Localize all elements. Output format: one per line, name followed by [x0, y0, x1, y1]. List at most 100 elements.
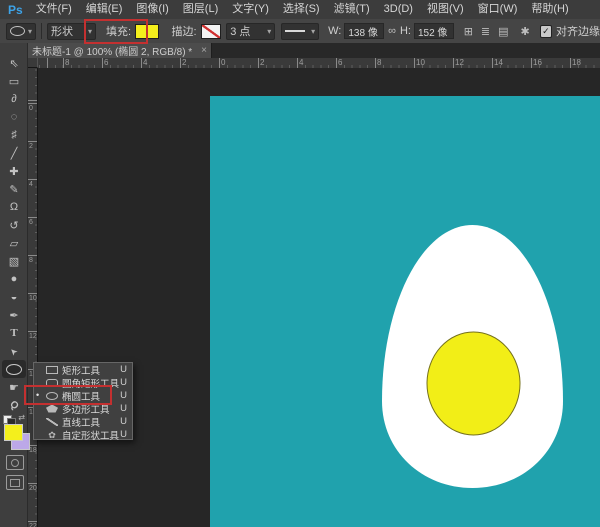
- vertical-ruler[interactable]: 0246810121416182022: [28, 68, 38, 527]
- gear-icon[interactable]: ✱: [521, 25, 530, 38]
- flyout-item-shortcut: U: [120, 429, 127, 440]
- link-dimensions-icon[interactable]: ∞: [388, 25, 396, 37]
- flyout-rounded-rectangle-tool[interactable]: 圆角矩形工具U: [34, 376, 132, 389]
- brush-tool[interactable]: ✎: [0, 180, 28, 198]
- menu-window[interactable]: 窗口(W): [471, 0, 525, 19]
- menu-layer[interactable]: 图层(L): [176, 0, 225, 19]
- gradient-tool[interactable]: ▧: [0, 252, 28, 270]
- clone-stamp-tool[interactable]: Ω: [0, 198, 28, 216]
- stroke-color-swatch[interactable]: [201, 24, 222, 39]
- flyout-item-label: 多边形工具: [62, 402, 110, 416]
- stroke-width-select[interactable]: 3 点 ▾: [226, 23, 275, 40]
- chevron-down-icon: ▾: [88, 27, 92, 36]
- vruler-number: 12: [29, 333, 37, 341]
- history-brush-tool[interactable]: ↺: [0, 216, 28, 234]
- spot-healing-brush-tool-icon: ✚: [9, 165, 18, 178]
- menu-select[interactable]: 选择(S): [276, 0, 327, 19]
- chevron-down-icon: ▾: [267, 27, 271, 36]
- rounded-rectangle-icon: [46, 379, 58, 387]
- pen-tool-icon: ✒: [9, 309, 18, 322]
- history-brush-tool-icon: ↺: [9, 219, 18, 232]
- menu-image[interactable]: 图像(I): [129, 0, 175, 19]
- chevron-down-icon: ▾: [311, 27, 315, 36]
- hruler-number: 8: [377, 58, 381, 67]
- hand-tool-icon: ☛: [9, 381, 19, 394]
- vruler-number: 0: [29, 105, 33, 113]
- path-alignment-button[interactable]: ≣: [481, 25, 490, 38]
- eyedropper-tool[interactable]: ╱: [0, 144, 28, 162]
- spot-healing-brush-tool[interactable]: ✚: [0, 162, 28, 180]
- vruler-number: 4: [29, 181, 33, 189]
- flyout-rectangle-tool[interactable]: 矩形工具U: [34, 363, 132, 376]
- flyout-item-label: 直线工具: [62, 415, 100, 429]
- tools-panel: ⇖▭∂◌♯ ╱ ✚ ✎Ω ↺ ▱▧● ◒ ✒ T➤ ☛ Q ⇄: [0, 43, 28, 527]
- fill-color-swatch[interactable]: [135, 24, 159, 39]
- flyout-item-shortcut: U: [120, 377, 127, 388]
- flyout-item-shortcut: U: [120, 364, 127, 375]
- vruler-number: 8: [29, 257, 33, 265]
- flyout-polygon-tool[interactable]: 多边形工具U: [34, 402, 132, 415]
- quick-selection-tool[interactable]: ◌: [0, 108, 28, 126]
- quick-mask-mode-button[interactable]: [6, 455, 24, 470]
- tool-preset-picker[interactable]: ▾: [6, 23, 36, 40]
- path-operations-button[interactable]: ⊞: [464, 25, 473, 38]
- lasso-tool[interactable]: ∂: [0, 90, 28, 108]
- menu-file[interactable]: 文件(F): [29, 0, 79, 19]
- vruler-number: 10: [29, 295, 37, 303]
- flyout-ellipse-tool[interactable]: •椭圆工具U: [34, 389, 132, 402]
- pen-tool[interactable]: ✒: [0, 306, 28, 324]
- rectangular-marquee-tool[interactable]: ▭: [0, 72, 28, 90]
- menu-type[interactable]: 文字(Y): [225, 0, 276, 19]
- hruler-number: 14: [494, 58, 503, 67]
- path-selection-tool[interactable]: ➤: [0, 342, 28, 360]
- polygon-icon: [46, 405, 58, 413]
- stroke-label: 描边:: [171, 23, 196, 39]
- eyedropper-tool-icon: ╱: [11, 147, 18, 160]
- height-label: H:: [400, 25, 411, 37]
- dodge-tool-icon: ◒: [11, 291, 18, 303]
- ruler-origin-corner[interactable]: [28, 58, 38, 68]
- menu-edit[interactable]: 编辑(E): [79, 0, 130, 19]
- document-canvas[interactable]: [210, 96, 600, 527]
- menu-filter[interactable]: 滤镜(T): [327, 0, 377, 19]
- shape-width-input[interactable]: 138 像: [344, 23, 384, 39]
- stroke-type-select[interactable]: ▾: [281, 23, 319, 40]
- align-edges-label: 对齐边缘: [556, 23, 600, 39]
- move-tool[interactable]: ⇖: [0, 54, 28, 72]
- hand-tool[interactable]: ☛: [0, 378, 28, 396]
- path-arrangement-button[interactable]: ▤: [498, 25, 508, 38]
- close-icon[interactable]: ×: [201, 45, 207, 56]
- foreground-color-swatch[interactable]: [4, 424, 23, 441]
- crop-tool[interactable]: ♯: [0, 126, 28, 144]
- blur-tool[interactable]: ●: [0, 270, 28, 288]
- zoom-tool[interactable]: Q: [0, 396, 28, 414]
- document-tab-title: 未标题-1 @ 100% (椭圆 2, RGB/8) *: [32, 43, 192, 58]
- ellipse-tool[interactable]: [2, 360, 26, 378]
- swap-colors-icon[interactable]: ⇄: [18, 413, 25, 422]
- custom-shape-icon: ✿: [46, 431, 58, 439]
- quick-mask-icon: [11, 459, 19, 467]
- vruler-number: 22: [29, 523, 37, 527]
- vruler-number: 20: [29, 485, 37, 493]
- egg-artwork: [382, 225, 563, 488]
- align-edges-checkbox[interactable]: ✓: [540, 25, 552, 38]
- shape-height-input[interactable]: 152 像: [414, 23, 454, 39]
- tool-mode-select[interactable]: 形状 ▾: [47, 23, 96, 40]
- line-icon: [46, 418, 58, 426]
- document-tab[interactable]: 未标题-1 @ 100% (椭圆 2, RGB/8) * ×: [28, 43, 212, 58]
- flyout-item-label: 椭圆工具: [62, 389, 100, 403]
- ellipse-preset-icon: [10, 26, 25, 36]
- tool-mode-value: 形状: [51, 23, 73, 39]
- hruler-number: 2: [182, 58, 186, 67]
- screen-mode-button[interactable]: [6, 475, 24, 490]
- menu-view[interactable]: 视图(V): [420, 0, 471, 19]
- flyout-item-shortcut: U: [120, 416, 127, 427]
- menu-3d[interactable]: 3D(D): [377, 0, 420, 19]
- menu-help[interactable]: 帮助(H): [524, 0, 575, 19]
- type-tool[interactable]: T: [0, 324, 28, 342]
- eraser-tool[interactable]: ▱: [0, 234, 28, 252]
- flyout-line-tool[interactable]: 直线工具 U: [34, 415, 132, 428]
- dodge-tool[interactable]: ◒: [0, 288, 28, 306]
- flyout-custom-shape-tool[interactable]: ✿自定形状工具U: [34, 428, 132, 441]
- hruler-number: 4: [143, 58, 147, 67]
